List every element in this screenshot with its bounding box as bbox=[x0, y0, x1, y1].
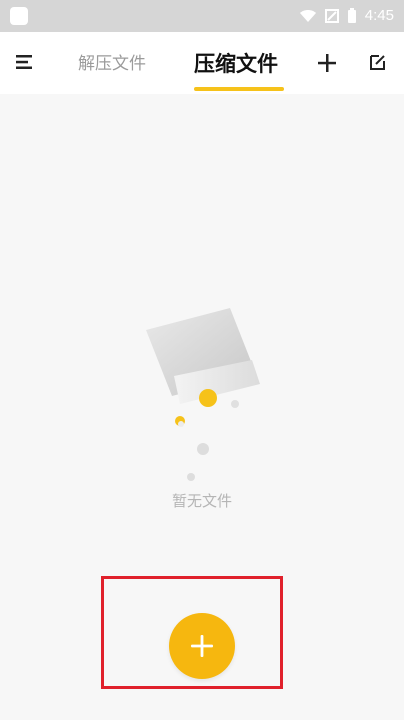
edit-icon[interactable] bbox=[368, 52, 388, 72]
empty-state-message: 暂无文件 bbox=[171, 492, 232, 510]
add-file-fab[interactable] bbox=[169, 613, 235, 679]
status-time: 4:45 bbox=[364, 7, 394, 24]
status-bar: 4:45 bbox=[0, 0, 404, 32]
status-indicators: 4:45 bbox=[299, 6, 394, 26]
plus-icon bbox=[191, 635, 213, 657]
empty-folder-illustration bbox=[146, 308, 260, 481]
notification-icon bbox=[10, 7, 28, 25]
tab-decompress[interactable]: 解压文件 bbox=[78, 50, 146, 78]
battery-icon bbox=[347, 8, 356, 23]
wifi-icon bbox=[299, 10, 316, 22]
tab-compress[interactable]: 压缩文件 bbox=[194, 50, 278, 78]
top-app-bar: 解压文件 压缩文件 bbox=[0, 32, 404, 94]
active-tab-indicator bbox=[194, 87, 284, 91]
plus-icon[interactable] bbox=[316, 52, 338, 74]
menu-icon[interactable] bbox=[15, 52, 35, 72]
signal-icon bbox=[324, 9, 339, 23]
